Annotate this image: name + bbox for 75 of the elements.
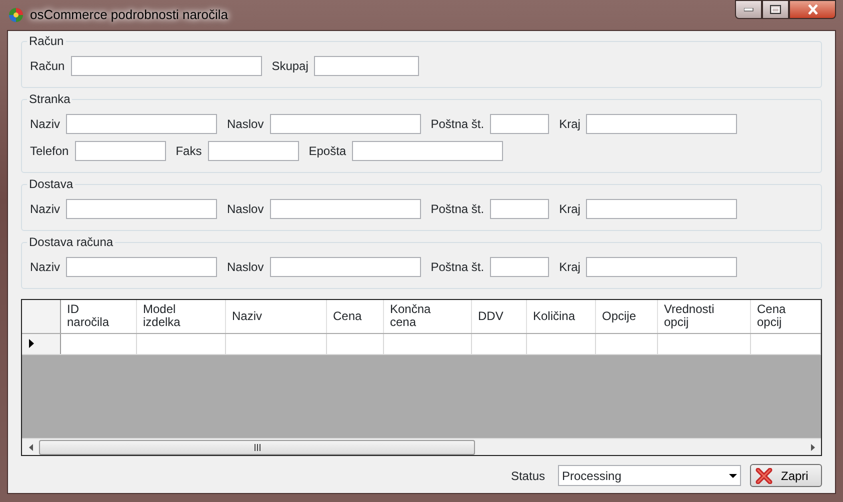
input-field[interactable]: [270, 199, 421, 219]
input-field[interactable]: [586, 257, 738, 277]
column-header[interactable]: Opcije: [596, 300, 658, 333]
input-field[interactable]: [314, 56, 420, 76]
table-cell[interactable]: [750, 333, 820, 354]
scroll-right-icon[interactable]: [810, 444, 814, 450]
column-header[interactable]: Cena opcij: [750, 300, 820, 333]
input-field[interactable]: [490, 199, 550, 219]
input-field[interactable]: [586, 199, 738, 219]
field-label: Epošta: [308, 143, 346, 160]
input-field[interactable]: [270, 114, 421, 134]
field-label: Naziv: [30, 201, 60, 218]
table-cell[interactable]: [136, 333, 226, 354]
field-label: Poštna št.: [430, 116, 484, 133]
minimize-button[interactable]: [735, 0, 762, 19]
status-dropdown[interactable]: Processing: [558, 465, 741, 486]
field-label: Telefon: [30, 143, 69, 160]
field-label: Naziv: [30, 116, 60, 133]
close-button[interactable]: Zapri: [750, 464, 822, 487]
table-cell[interactable]: [472, 333, 526, 354]
field-label: Faks: [176, 143, 202, 160]
field-label: Kraj: [559, 116, 580, 133]
field-label: Račun: [30, 58, 65, 75]
close-icon: [806, 4, 818, 15]
column-header[interactable]: ID naročila: [60, 300, 136, 333]
column-header[interactable]: Cena: [326, 300, 384, 333]
input-field[interactable]: [270, 257, 421, 277]
field-label: Naslov: [227, 116, 264, 133]
column-header[interactable]: Končna cena: [384, 300, 472, 333]
group-title: Račun: [27, 34, 66, 48]
input-field[interactable]: [70, 56, 262, 76]
field-label: Skupaj: [272, 58, 308, 75]
status-label: Status: [510, 468, 545, 484]
maximize-button[interactable]: [762, 0, 789, 19]
group-title: Stranka: [27, 92, 72, 106]
field-label: Naslov: [227, 201, 264, 218]
table-cell[interactable]: [596, 333, 658, 354]
field-label: Poštna št.: [430, 259, 484, 276]
dropdown-caret-icon: [729, 474, 737, 478]
table-cell[interactable]: [384, 333, 472, 354]
column-header[interactable]: Naziv: [226, 300, 326, 333]
scroll-thumb[interactable]: [39, 440, 475, 454]
maximize-icon: [770, 5, 781, 14]
table-cell[interactable]: [658, 333, 750, 354]
field-label: Kraj: [559, 201, 580, 218]
table-cell[interactable]: [60, 333, 136, 354]
input-field[interactable]: [586, 114, 738, 134]
close-button[interactable]: [789, 0, 836, 19]
column-header[interactable]: Količina: [526, 300, 596, 333]
minimize-icon: [744, 8, 754, 12]
input-field[interactable]: [74, 141, 166, 161]
input-field[interactable]: [490, 114, 550, 134]
window-title: osCommerce podrobnosti naročila: [30, 6, 228, 24]
field-label: Naziv: [30, 259, 60, 276]
field-label: Kraj: [559, 259, 580, 276]
horizontal-scrollbar[interactable]: [22, 438, 821, 455]
group-title: Dostava računa: [27, 235, 116, 249]
app-icon: [8, 7, 24, 23]
column-header[interactable]: DDV: [472, 300, 526, 333]
input-field[interactable]: [66, 199, 218, 219]
input-field[interactable]: [490, 257, 550, 277]
cross-icon: [755, 468, 773, 484]
table-cell[interactable]: [526, 333, 596, 354]
input-field[interactable]: [208, 141, 299, 161]
input-field[interactable]: [352, 141, 504, 161]
input-field[interactable]: [66, 257, 218, 277]
scroll-left-icon[interactable]: [28, 444, 32, 450]
table-cell[interactable]: [226, 333, 326, 354]
column-header[interactable]: Model izdelka: [136, 300, 226, 333]
field-label: Naslov: [227, 259, 264, 276]
input-field[interactable]: [66, 114, 218, 134]
group-title: Dostava: [27, 177, 76, 191]
field-label: Poštna št.: [430, 201, 484, 218]
column-header[interactable]: Vrednosti opcij: [658, 300, 750, 333]
table-cell[interactable]: [326, 333, 384, 354]
